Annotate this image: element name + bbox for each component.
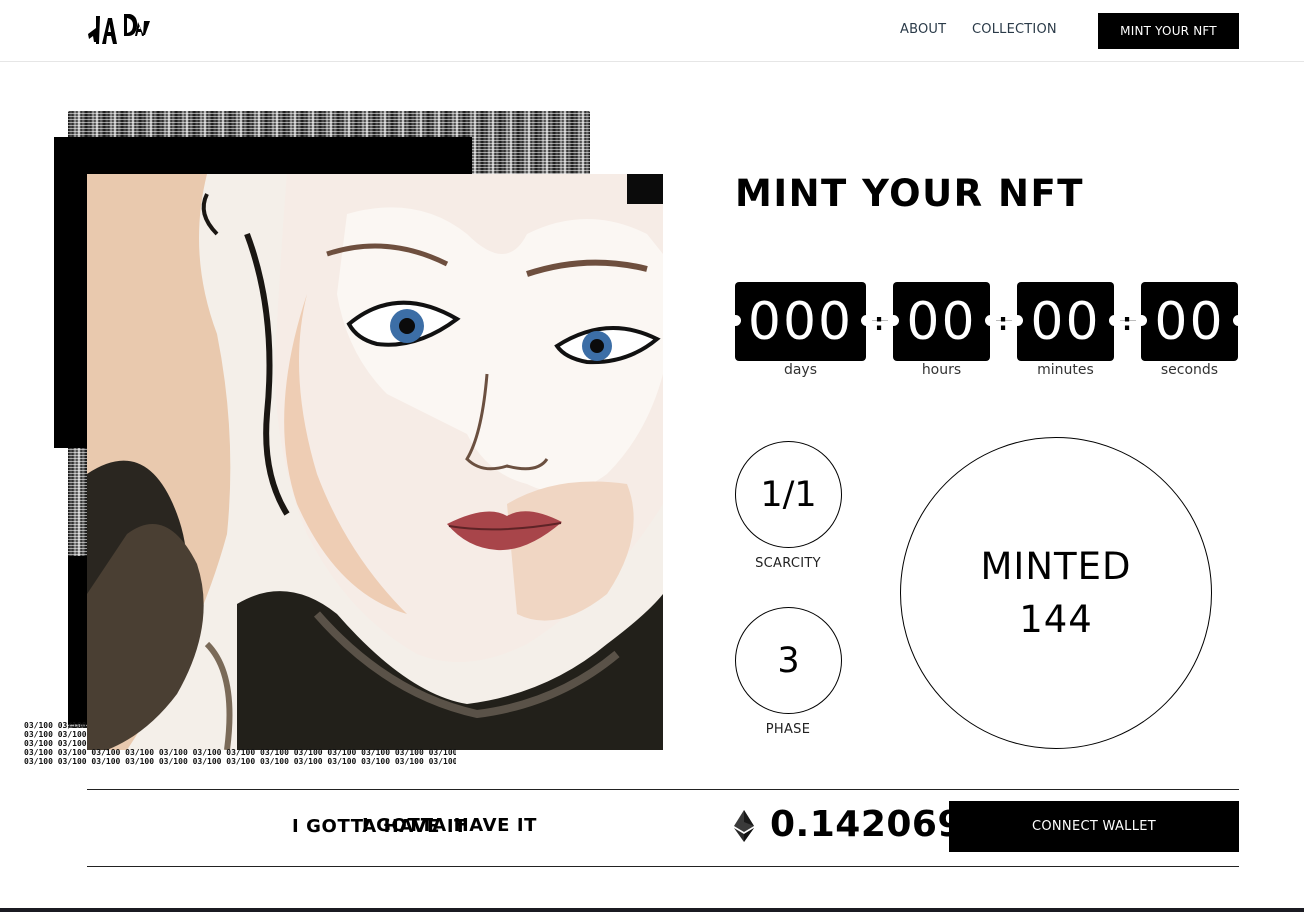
- countdown-notch: [1233, 315, 1244, 326]
- countdown-notch: [888, 315, 899, 326]
- countdown-notch: [985, 315, 996, 326]
- connect-wallet-button[interactable]: CONNECT WALLET: [949, 801, 1239, 852]
- countdown-days: 000: [735, 282, 866, 361]
- edition-ticker: 03/100 03/100 03/100 03/100 03/100 03/10…: [24, 721, 456, 766]
- phase-circle: 3: [735, 607, 842, 714]
- nav-mint-button[interactable]: MINT YOUR NFT: [1098, 13, 1239, 49]
- countdown-hours: 00: [893, 282, 990, 361]
- countdown-minutes: 00: [1017, 282, 1114, 361]
- site-header: ABOUT COLLECTION MINT YOUR NFT: [0, 0, 1304, 62]
- countdown-notch: [861, 315, 872, 326]
- scarcity-label: SCARCITY: [755, 556, 821, 571]
- portrait-image: [87, 174, 663, 750]
- countdown-notch: [1012, 315, 1023, 326]
- countdown-days-label: days: [783, 362, 818, 378]
- footer-edge: [0, 908, 1304, 912]
- countdown-notch: [1109, 315, 1120, 326]
- scarcity-value: 1/1: [760, 474, 817, 515]
- countdown-notch: [1136, 315, 1147, 326]
- countdown-seconds-label: seconds: [1160, 362, 1219, 378]
- countdown-seconds: 00: [1141, 282, 1238, 361]
- ethereum-icon: [734, 810, 754, 842]
- logo-mark: [88, 14, 150, 44]
- countdown-timer: 000 days : 00 hours : 00 minutes : 00 se…: [730, 282, 1244, 382]
- purchase-bottom-rule: [87, 866, 1239, 867]
- brand-logo[interactable]: [86, 8, 152, 48]
- countdown-separator: :: [1122, 308, 1132, 336]
- scarcity-circle: 1/1: [735, 441, 842, 548]
- minted-circle: MINTED 144: [900, 437, 1212, 749]
- countdown-separator: :: [874, 308, 884, 336]
- mint-price: 0.142069: [770, 804, 964, 845]
- mint-title: MINT YOUR NFT: [735, 172, 1084, 215]
- phase-label: PHASE: [765, 722, 811, 737]
- phase-value: 3: [777, 640, 800, 681]
- purchase-top-rule: [87, 789, 1239, 790]
- nft-artwork: 03/100 03/100 03/100 03/100 03/100 03/10…: [20, 108, 670, 770]
- black-strip-layer: [68, 556, 88, 724]
- countdown-minutes-label: minutes: [1037, 362, 1094, 378]
- nav-about-link[interactable]: ABOUT: [900, 22, 946, 37]
- tagline-text-echo: I GOTTA HAVE IT: [362, 815, 538, 836]
- countdown-notch: [730, 315, 741, 326]
- countdown-hours-label: hours: [921, 362, 962, 378]
- nav-collection-link[interactable]: COLLECTION: [972, 22, 1057, 37]
- countdown-separator: :: [998, 308, 1008, 336]
- minted-count: 144: [1019, 598, 1093, 641]
- minted-label: MINTED: [980, 545, 1132, 588]
